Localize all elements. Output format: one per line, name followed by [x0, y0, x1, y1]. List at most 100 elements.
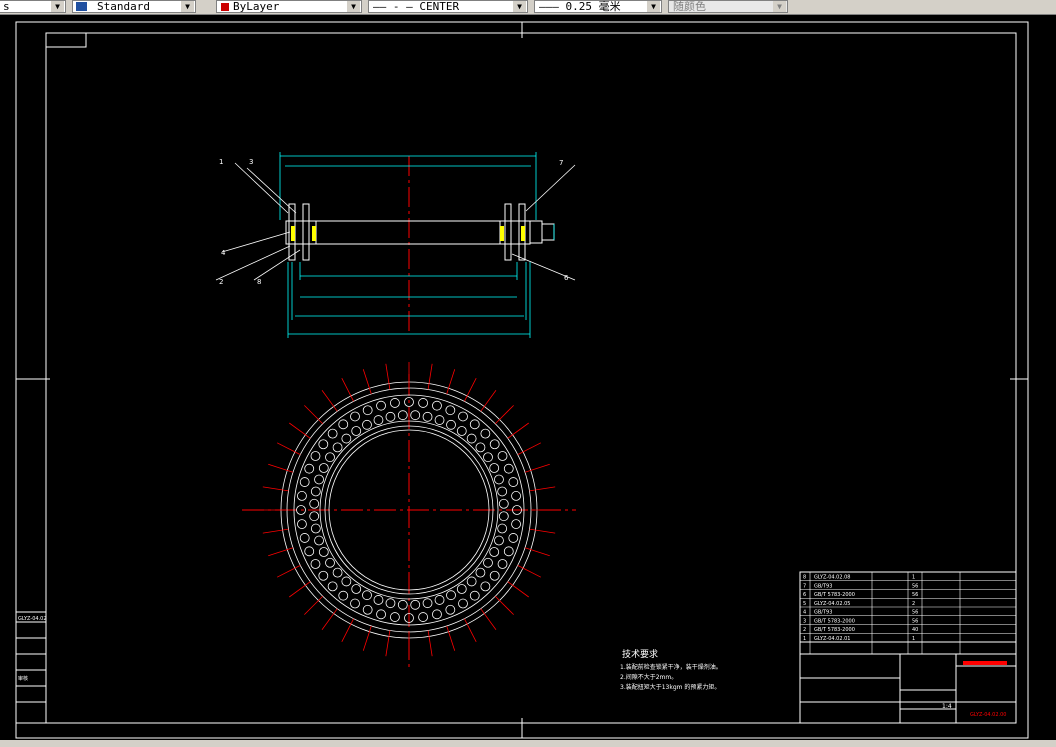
dim-style-icon: [76, 2, 87, 11]
lineweight-value: ——— 0.25 毫米: [539, 0, 621, 13]
bolt-hole: [497, 486, 508, 497]
bolt-hole: [418, 612, 428, 622]
bolt-hole: [362, 590, 372, 601]
bolt-hole: [325, 452, 335, 463]
bom-code: GB/T93: [814, 583, 832, 589]
bolt-hole: [489, 570, 500, 581]
bolt-hole: [299, 477, 310, 487]
bom-no: 6: [803, 592, 806, 598]
bolt-hole: [418, 398, 428, 408]
bom-no: 7: [803, 583, 806, 589]
bom-no: 4: [803, 610, 806, 616]
bom-code: GB/T 5783-2000: [814, 618, 855, 624]
bolt-hole: [390, 612, 400, 622]
command-line[interactable]: [0, 740, 1056, 747]
bolt-hole: [466, 433, 477, 444]
bolt-hole: [489, 439, 500, 450]
bolt-hole: [410, 410, 421, 421]
bolt-hole: [373, 595, 384, 605]
bolt-hole: [446, 419, 456, 430]
leader-label: 4: [221, 249, 226, 257]
linetype-combo[interactable]: —— - — CENTER ▼: [368, 0, 528, 13]
dim-style-combo[interactable]: Standard ▼: [72, 0, 196, 13]
bolt-center-line: [385, 363, 391, 390]
leader-label: 8: [257, 278, 261, 286]
bolt-hole: [397, 410, 408, 421]
left-info-panel: GLYZ-04.02 审核: [15, 611, 47, 724]
bolt-hole: [497, 559, 508, 569]
bolt-hole: [422, 411, 433, 422]
bom-qty: 1: [912, 575, 915, 581]
ring-body: [285, 203, 555, 261]
bom-code: GLYZ-04.02.01: [814, 636, 850, 642]
bolt-hole: [327, 581, 338, 592]
chevron-down-icon[interactable]: ▼: [647, 1, 660, 12]
bolt-hole: [304, 546, 315, 557]
bolt-hole: [341, 576, 352, 587]
bolt-hole: [475, 442, 486, 453]
bolt-hole: [297, 491, 307, 501]
bolt-hole: [314, 535, 324, 546]
drawing-canvas[interactable]: GLYZ-04.02 审核 1 3 4 2 8 7 6 技术要求 1.装配前检查…: [0, 14, 1056, 740]
bolt-hole: [351, 584, 362, 594]
bom-qty: 56: [912, 618, 918, 624]
bolt-hole: [434, 595, 445, 605]
leader-label: 6: [564, 274, 569, 282]
text-style-combo[interactable]: s ▼: [0, 0, 66, 13]
color-combo[interactable]: ByLayer ▼: [216, 0, 362, 13]
bolt-hole: [410, 599, 421, 610]
bolt-hole: [456, 426, 467, 436]
plotstyle-combo: 随颜色 ▼: [668, 0, 788, 13]
scale-text: 1:4: [942, 703, 952, 710]
bolt-hole: [325, 557, 335, 568]
bolt-center-line: [494, 405, 514, 425]
bom-no: 2: [803, 627, 806, 633]
bolt-hole: [446, 590, 456, 601]
bolt-hole: [310, 559, 321, 569]
bom-no: 5: [803, 601, 806, 607]
bolt-hole: [390, 398, 400, 408]
bolt-hole: [432, 609, 442, 620]
bolt-hole: [508, 533, 519, 543]
bolt-center-line: [507, 422, 529, 439]
bom-no: 1: [803, 636, 806, 642]
bolt-hole: [318, 547, 329, 557]
bolt-hole: [362, 604, 373, 615]
bolt-hole: [422, 598, 433, 609]
bolt-center-line: [262, 486, 289, 492]
bolt-hole: [299, 533, 310, 543]
center-marks: [16, 22, 1028, 738]
bolt-hole: [466, 576, 477, 587]
chevron-down-icon[interactable]: ▼: [513, 1, 526, 12]
bolt-hole: [483, 452, 493, 463]
bolt-hole: [351, 426, 362, 436]
technical-requirements: 技术要求 1.装配前检查锁紧干净，装干燥剂油。 2.间隙不大于2mm。 3.装配…: [620, 648, 722, 691]
chevron-down-icon[interactable]: ▼: [347, 1, 360, 12]
color-swatch-icon: [221, 3, 229, 11]
bolt-hole: [498, 498, 509, 509]
bolt-hole: [350, 411, 360, 422]
outer-frame: [15, 21, 1029, 739]
bolt-hole: [489, 547, 500, 557]
bolt-hole: [458, 411, 468, 422]
bolt-hole: [480, 581, 491, 592]
bolt-hole: [432, 400, 442, 411]
bolt-hole: [350, 598, 360, 609]
bolt-hole: [494, 535, 504, 546]
tech-req-item: 1.装配前检查锁紧干净，装干燥剂油。: [620, 663, 722, 671]
bolt-hole: [456, 584, 467, 594]
bolt-hole: [309, 511, 320, 522]
tech-req-title: 技术要求: [622, 648, 658, 660]
bolt-hole: [469, 590, 480, 601]
chevron-down-icon[interactable]: ▼: [181, 1, 194, 12]
lineweight-combo[interactable]: ——— 0.25 毫米 ▼: [534, 0, 662, 13]
drawing-number: GLYZ-04.02.00: [970, 712, 1006, 718]
bolt-center-line: [304, 405, 324, 425]
left-panel-text: 审核: [18, 675, 28, 682]
bolt-hole: [445, 604, 456, 615]
bom-code: GLYZ-04.02.05: [814, 601, 850, 607]
bom-qty: 56: [912, 592, 918, 598]
chevron-down-icon[interactable]: ▼: [51, 1, 64, 12]
bolt-hole: [497, 451, 508, 461]
bom-code: GLYZ-04.02.08: [814, 575, 850, 581]
